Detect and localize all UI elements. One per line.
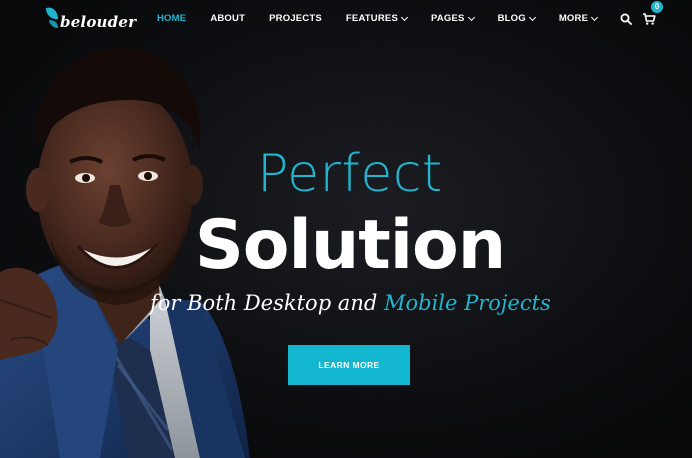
nav-projects[interactable]: PROJECTS	[269, 13, 322, 24]
chevron-down-icon	[591, 13, 599, 21]
learn-more-button[interactable]: LEARN MORE	[288, 345, 410, 385]
nav-features[interactable]: FEATURES	[345, 13, 409, 24]
cart-icon[interactable]	[642, 12, 656, 26]
chevron-down-icon	[528, 13, 536, 21]
hero-title-line1: Perfect	[257, 144, 443, 204]
nav-pages[interactable]: PAGES	[431, 13, 475, 24]
hero-subtitle: for Both Desktop and Mobile Projects	[150, 290, 551, 316]
nav-pages-label: PAGES	[431, 13, 465, 24]
site-header: belouder HOME ABOUT PROJECTS FEATURES PA…	[0, 0, 692, 38]
main-nav: HOME ABOUT PROJECTS FEATURES PAGES BLOG …	[157, 13, 621, 24]
cart-count-badge: 0	[651, 1, 663, 13]
hero-subtitle-prefix: for Both Desktop and	[150, 291, 384, 315]
hero-subtitle-accent: Mobile Projects	[383, 291, 551, 315]
hero-page: belouder HOME ABOUT PROJECTS FEATURES PA…	[0, 0, 692, 458]
nav-home[interactable]: HOME	[157, 13, 186, 24]
brand-logo[interactable]: belouder	[44, 6, 136, 31]
nav-more[interactable]: MORE	[558, 13, 599, 24]
nav-more-label: MORE	[558, 13, 589, 24]
search-icon[interactable]	[620, 13, 632, 25]
nav-projects-label: PROJECTS	[269, 13, 322, 24]
chevron-down-icon	[467, 13, 475, 21]
nav-blog[interactable]: BLOG	[497, 13, 536, 24]
nav-home-label: HOME	[157, 13, 187, 24]
nav-about[interactable]: ABOUT	[210, 13, 245, 24]
nav-blog-label: BLOG	[497, 13, 526, 24]
brand-name: belouder	[60, 13, 137, 31]
hero-title-line2: Solution	[194, 206, 506, 285]
nav-features-label: FEATURES	[345, 13, 398, 24]
nav-about-label: ABOUT	[210, 13, 246, 24]
chevron-down-icon	[400, 13, 409, 21]
